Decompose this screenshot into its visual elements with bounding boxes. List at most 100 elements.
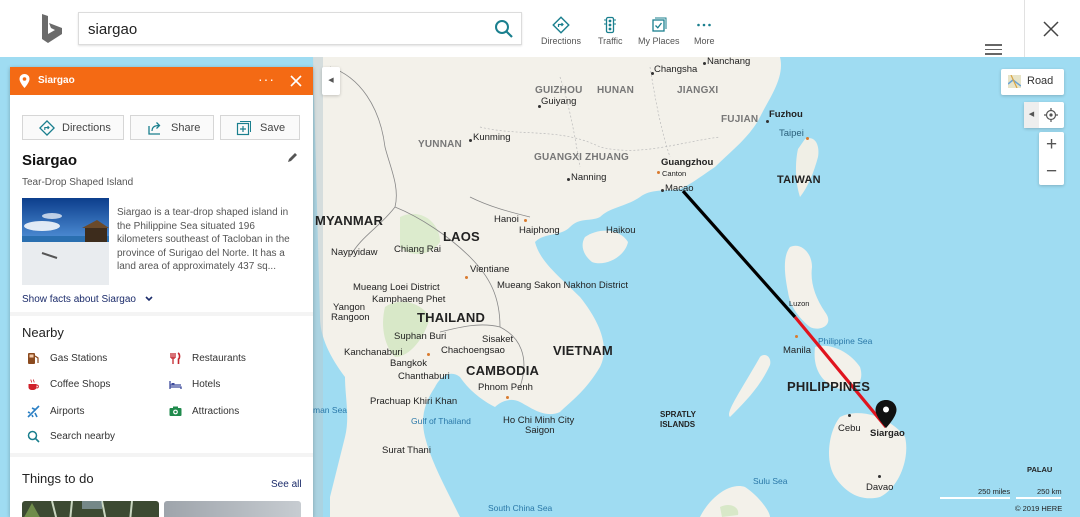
nav-my-places[interactable]: My Places	[638, 16, 680, 46]
map-label-luzon: Luzon	[789, 299, 810, 308]
map-label-kanchanaburi: Kanchanaburi	[344, 347, 403, 358]
map-label-hanoi: Hanoi	[494, 214, 519, 225]
scale-miles-label: 250 miles	[978, 487, 1011, 496]
see-all-link[interactable]: See all	[271, 479, 302, 490]
place-photo[interactable]	[22, 198, 109, 285]
map-label-sakon-nakhon: Mueang Sakon Nakhon District	[497, 280, 628, 291]
map-style-button[interactable]: Road	[1001, 69, 1064, 95]
map-label-vietnam: VIETNAM	[553, 343, 613, 358]
more-icon	[697, 23, 712, 27]
nearby-attractions-label: Attractions	[192, 406, 240, 417]
panel-header: Siargao ···	[10, 67, 313, 95]
map-label-south-china-sea: South China Sea	[488, 503, 553, 513]
divider	[1024, 0, 1025, 57]
edit-pencil-icon[interactable]	[287, 152, 298, 163]
collapse-panel-button[interactable]: ◀	[322, 67, 340, 95]
map-label-prachuap: Prachuap Khiri Khan	[370, 396, 458, 407]
search-icon	[27, 430, 40, 443]
map-label-phnom-penh: Phnom Penh	[478, 382, 533, 393]
road-map-icon	[1008, 75, 1021, 88]
map-label-andaman-sea: man Sea	[313, 405, 348, 415]
thing-to-do-thumbnail[interactable]	[164, 501, 301, 517]
map-label-chanthaburi: Chanthaburi	[398, 371, 450, 382]
hamburger-menu-icon[interactable]	[985, 44, 1002, 55]
nearby-title: Nearby	[22, 325, 64, 340]
search-box	[78, 12, 522, 45]
map-label-spratly-1: SPRATLY	[660, 410, 697, 419]
directions-icon	[39, 120, 55, 136]
more-options-icon[interactable]: ···	[258, 72, 275, 86]
map-label-siargao: Siargao	[870, 428, 905, 439]
save-button[interactable]: Save	[220, 115, 300, 140]
locate-me-icon[interactable]	[1043, 107, 1059, 123]
save-icon	[236, 121, 251, 136]
share-icon	[148, 122, 161, 135]
nearby-coffee-shops-label: Coffee Shops	[50, 379, 111, 390]
map-label-laos: LAOS	[443, 229, 480, 244]
map-label-rangoon: Rangoon	[331, 312, 370, 323]
scale-miles-bar	[940, 497, 1010, 499]
traffic-icon	[604, 16, 617, 34]
chevron-down-icon	[145, 296, 153, 302]
route-segment-1	[681, 189, 797, 319]
search-icon[interactable]	[493, 18, 515, 40]
nearby-airports-label: Airports	[50, 406, 85, 417]
show-facts-label: Show facts about Siargao	[22, 294, 136, 305]
nav-traffic-label: Traffic	[598, 36, 623, 46]
bing-logo[interactable]	[40, 14, 64, 44]
restaurant-icon	[170, 352, 181, 364]
zoom-out-button[interactable]: −	[1039, 159, 1064, 185]
map-label-kunming: Kunming	[473, 132, 511, 143]
map-label-bangkok: Bangkok	[390, 358, 427, 369]
map-label-naypyidaw: Naypyidaw	[331, 247, 378, 258]
nearby-hotels-label: Hotels	[192, 379, 221, 390]
attraction-icon	[169, 406, 182, 416]
close-panel-icon[interactable]	[290, 75, 302, 87]
map-label-surat-thani: Surat Thani	[382, 445, 431, 456]
hotel-icon	[169, 381, 182, 389]
nav-more[interactable]: More	[694, 16, 715, 46]
nav-my-places-label: My Places	[638, 36, 680, 46]
location-collapse-button[interactable]: ◀	[1024, 102, 1039, 128]
map-label-gulf-of-thailand: Gulf of Thailand	[411, 416, 471, 426]
map-label-suphan-buri: Suphan Buri	[394, 331, 447, 342]
map-label-manila: Manila	[783, 345, 811, 356]
scale-km-label: 250 km	[1037, 487, 1062, 496]
map-label-changsha: Changsha	[654, 64, 698, 75]
zoom-in-button[interactable]: +	[1039, 132, 1064, 158]
map-label-chiang-rai: Chiang Rai	[394, 244, 441, 255]
close-icon[interactable]	[1042, 20, 1060, 38]
nav-directions[interactable]: Directions	[541, 16, 581, 46]
map-label-vientiane: Vientiane	[470, 264, 510, 275]
share-label: Share	[171, 122, 201, 134]
nearby-search-label: Search nearby	[50, 431, 116, 442]
map-label-macao: Macao	[665, 183, 694, 194]
nav-traffic[interactable]: Traffic	[598, 16, 623, 46]
save-label: Save	[260, 122, 286, 134]
map-pin-icon[interactable]	[874, 399, 898, 429]
map-label-haikou: Haikou	[606, 225, 636, 236]
show-facts-link[interactable]: Show facts about Siargao	[22, 294, 153, 305]
search-input[interactable]	[88, 19, 478, 39]
directions-button[interactable]: Directions	[22, 115, 124, 140]
panel-header-title: Siargao	[38, 75, 75, 86]
map-label-guangxi: GUANGXI ZHUANG	[534, 152, 630, 163]
map-label-guizhou: GUIZHOU	[535, 85, 583, 96]
map-label-cambodia: CAMBODIA	[466, 363, 540, 378]
map-label-davao: Davao	[866, 482, 894, 493]
map-label-hunan: HUNAN	[597, 85, 635, 96]
top-bar: Directions Traffic My Places More	[0, 0, 1080, 57]
share-button[interactable]: Share	[130, 115, 214, 140]
place-title: Siargao	[22, 152, 78, 169]
zoom-controls: + −	[1039, 132, 1064, 185]
map-label-kamphaeng-phet: Kamphaeng Phet	[372, 294, 446, 305]
map-label-canton: Canton	[662, 169, 687, 178]
thing-to-do-thumbnail[interactable]	[22, 501, 159, 517]
map-label-taiwan: TAIWAN	[777, 174, 821, 186]
place-subtitle: Tear-Drop Shaped Island	[22, 177, 134, 188]
map-style-label: Road	[1027, 75, 1054, 87]
map-label-jiangxi: JIANGXI	[677, 85, 719, 96]
nearby-gas-stations-label: Gas Stations	[50, 353, 108, 364]
map-label-guiyang: Guiyang	[541, 96, 577, 107]
location-pin-icon	[19, 74, 30, 88]
